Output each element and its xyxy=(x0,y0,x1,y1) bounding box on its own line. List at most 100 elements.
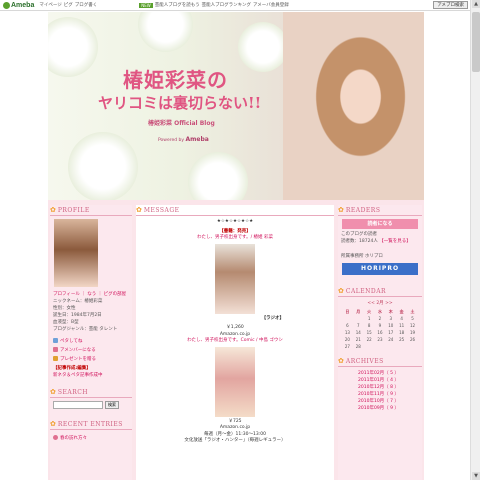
calendar-day[interactable]: 3 xyxy=(385,315,396,322)
present-link-label: プレゼントを贈る xyxy=(60,356,96,362)
office-label: 所属事務所 ホリプロ xyxy=(341,254,383,259)
profile-photo[interactable] xyxy=(54,219,98,287)
archive-item[interactable]: 2010年11月（ 9 ） xyxy=(338,391,422,398)
profile-heading: ✿ PROFILE xyxy=(50,205,132,216)
profile-gender: 性別：女性 xyxy=(53,306,76,311)
calendar-day[interactable]: 4 xyxy=(396,315,407,322)
book2-cover[interactable] xyxy=(215,346,255,417)
calendar-day[interactable] xyxy=(353,315,364,322)
calendar-day[interactable]: 1 xyxy=(364,315,375,322)
become-reader-button[interactable]: 読者になる xyxy=(342,219,418,229)
calendar-day[interactable]: 17 xyxy=(385,329,396,336)
calendar-day[interactable]: 23 xyxy=(375,336,386,343)
calendar-day[interactable] xyxy=(385,343,396,350)
calendar-week: 20 21 22 23 24 25 26 xyxy=(342,336,418,343)
header-portrait xyxy=(283,12,424,200)
calendar-day[interactable] xyxy=(342,315,353,322)
new-badge: NEW xyxy=(139,2,153,8)
registration-title[interactable]: 【記事作成:編集】 xyxy=(50,365,132,372)
vertical-scrollbar[interactable]: ▲ ▼ xyxy=(470,0,480,480)
toolbar-link-mypage[interactable]: マイページ xyxy=(39,2,61,8)
scroll-up-icon[interactable]: ▲ xyxy=(472,0,480,8)
flower-bullet-icon: ✿ xyxy=(50,206,56,214)
archive-item[interactable]: 2011年01月（ 4 ） xyxy=(338,377,422,384)
profile-links[interactable]: プロフィール ｜ なう ｜ ピグの部屋 xyxy=(50,291,132,298)
main-content: ✿ MESSAGE ★☆★☆★☆★☆★ 【書籍：発売】 わたし、男子校出身です。… xyxy=(136,205,334,480)
horipro-banner[interactable]: HORIPRO xyxy=(342,263,418,275)
calendar-day[interactable]: 15 xyxy=(364,329,375,336)
archive-item[interactable]: 2010年12月（ 8 ） xyxy=(338,384,422,391)
toolbar-notice-ranking[interactable]: 芸能人ブログランキング xyxy=(202,2,251,8)
archive-item[interactable]: 2011年02月（ 5 ） xyxy=(338,370,422,377)
calendar-day[interactable] xyxy=(375,343,386,350)
calendar-day[interactable]: 2 xyxy=(375,315,386,322)
message-body: ★☆★☆★☆★☆★ 【書籍：発売】 わたし、男子校出身です。/ 椿姫 彩菜 【ラ… xyxy=(136,219,334,445)
calendar-day[interactable]: 11 xyxy=(396,322,407,329)
calendar-nav[interactable]: << 2月 >> xyxy=(338,300,422,306)
reader-text: このブログの読者 xyxy=(341,232,377,237)
search-input[interactable] xyxy=(53,401,103,409)
toolbar-link-write[interactable]: ブログ書く xyxy=(75,2,98,8)
flower-bullet-icon: ✿ xyxy=(338,357,344,365)
calendar-day[interactable] xyxy=(364,343,375,350)
scroll-down-icon[interactable]: ▼ xyxy=(472,472,480,480)
powered-by[interactable]: Powered by Ameba xyxy=(158,136,209,143)
search-form: 検索 xyxy=(53,401,132,409)
calendar-day[interactable]: 27 xyxy=(342,343,353,350)
calendar-day[interactable]: 10 xyxy=(385,322,396,329)
profile-nickname: ニックネーム：椿姫彩菜 xyxy=(53,299,103,304)
calendar-day[interactable]: 22 xyxy=(364,336,375,343)
calendar-day[interactable]: 19 xyxy=(407,329,418,336)
recent-entry-item[interactable]: 春の訪れ方々 xyxy=(50,433,132,442)
flower-bullet-icon: ✿ xyxy=(338,206,344,214)
calendar-day[interactable] xyxy=(396,343,407,350)
calendar-day[interactable]: 16 xyxy=(375,329,386,336)
calendar-day[interactable]: 20 xyxy=(342,336,353,343)
scroll-thumb[interactable] xyxy=(472,12,480,72)
amember-link[interactable]: アメンバーになる xyxy=(50,345,132,354)
calendar-day[interactable]: 13 xyxy=(342,329,353,336)
weekday: 水 xyxy=(377,308,382,314)
toolbar-notice-register[interactable]: アメーバ会員登録 xyxy=(253,2,289,8)
top-toolbar: Ameba マイページ ピグ ブログ書く NEW 芸能人ブログを読もう 芸能人ブ… xyxy=(0,0,470,11)
ameba-logo-icon xyxy=(3,1,10,9)
search-button[interactable]: 検索 xyxy=(105,401,119,409)
calendar-day[interactable]: 14 xyxy=(353,329,364,336)
calendar-day[interactable]: 7 xyxy=(353,322,364,329)
bullet-icon xyxy=(53,435,58,440)
archive-item[interactable]: 2010年10月（ 7 ） xyxy=(338,398,422,405)
calendar-day[interactable]: 9 xyxy=(375,322,386,329)
archive-item[interactable]: 2010年09月（ 9 ） xyxy=(338,405,422,412)
blog-title-line2: ヤリコミは裏切らない!! xyxy=(98,94,262,112)
radio-station: 文化放送「ラジオ・ハンター」（毎週レギュラー） xyxy=(184,438,286,443)
ameba-logo[interactable]: Ameba xyxy=(3,1,34,9)
profile-birthday: 誕生日：1984年7月2日 xyxy=(53,313,102,318)
calendar-day[interactable] xyxy=(407,343,418,350)
weekday: 土 xyxy=(410,308,415,314)
powered-by-prefix: Powered by xyxy=(158,138,185,143)
book1-title-link[interactable]: わたし、男子校出身です。/ 椿姫 彩菜 xyxy=(136,235,334,242)
readers-heading: ✿ READERS xyxy=(338,205,422,216)
toolbar-notice[interactable]: 芸能人ブログを読もう xyxy=(155,2,200,8)
ameblo-search-button[interactable]: アメブロ検索 xyxy=(433,1,468,9)
reader-list-link[interactable]: 【一覧を見る】 xyxy=(379,239,411,244)
book2-title-link[interactable]: わたし、男子校出身です。Comic / 中島 ゴウシ xyxy=(136,338,334,345)
calendar-day[interactable]: 12 xyxy=(407,322,418,329)
search-heading: ✿ SEARCH xyxy=(50,387,132,398)
calendar-day[interactable]: 28 xyxy=(353,343,364,350)
present-link[interactable]: プレゼントを贈る xyxy=(50,354,132,363)
calendar-day[interactable]: 21 xyxy=(353,336,364,343)
lily-flower-decoration xyxy=(68,132,138,200)
book1-cover[interactable] xyxy=(215,243,255,314)
calendar-day[interactable]: 5 xyxy=(407,315,418,322)
calendar-week: 6 7 8 9 10 11 12 xyxy=(342,322,418,329)
calendar-day[interactable]: 6 xyxy=(342,322,353,329)
calendar-day[interactable]: 24 xyxy=(385,336,396,343)
calendar-day[interactable]: 26 xyxy=(407,336,418,343)
calendar-day[interactable]: 25 xyxy=(396,336,407,343)
peta-icon xyxy=(53,338,58,343)
toolbar-link-pigg[interactable]: ピグ xyxy=(64,2,73,8)
peta-link[interactable]: ペタしてね xyxy=(50,336,132,345)
calendar-day[interactable]: 8 xyxy=(364,322,375,329)
calendar-day[interactable]: 18 xyxy=(396,329,407,336)
